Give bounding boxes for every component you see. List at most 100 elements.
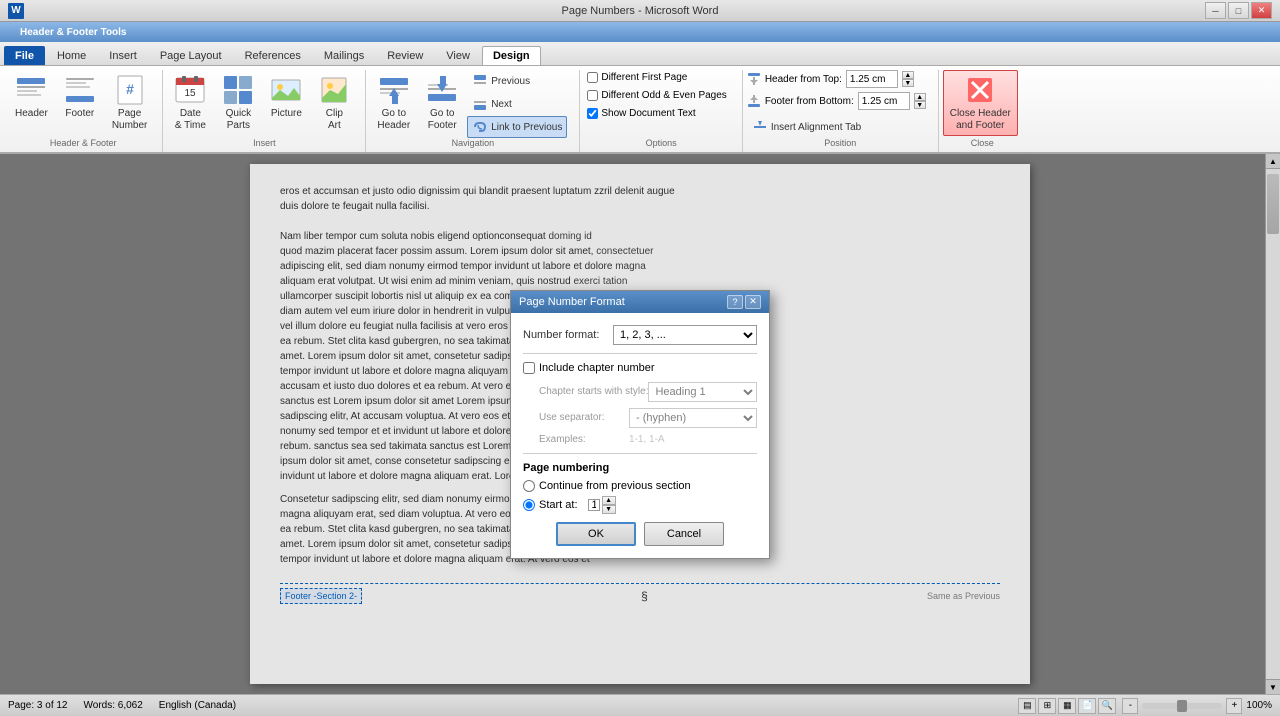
svg-text:#: #	[126, 81, 134, 97]
page-numbering-title: Page numbering	[523, 462, 757, 474]
next-button[interactable]: Next	[467, 93, 567, 115]
title-bar: W Page Numbers - Microsoft Word ─ □ ✕	[0, 0, 1280, 22]
close-button[interactable]: ✕	[1251, 2, 1272, 19]
header-button[interactable]: Header	[8, 70, 55, 123]
chapter-style-select: Heading 1	[648, 382, 757, 402]
ribbon-group-close: Close Headerand Footer Close	[939, 70, 1026, 152]
separator-row: Use separator: - (hyphen)	[523, 408, 757, 428]
diff-odd-even-input[interactable]	[587, 90, 598, 101]
start-at-radio[interactable]	[523, 499, 535, 511]
tab-review[interactable]: Review	[376, 46, 434, 65]
minimize-button[interactable]: ─	[1205, 2, 1226, 19]
include-chapter-checkbox[interactable]	[523, 362, 535, 374]
next-icon	[472, 96, 488, 112]
footer-from-bottom-down[interactable]: ▼	[914, 101, 926, 109]
zoom-thumb[interactable]	[1177, 700, 1187, 712]
footer-from-bottom-input[interactable]	[858, 92, 910, 110]
tab-row: File Home Insert Page Layout References …	[0, 42, 1280, 66]
date-time-icon: 15	[174, 74, 206, 106]
footer-button[interactable]: Footer	[57, 70, 103, 123]
start-at-spinner-btns: ▲ ▼	[602, 496, 616, 514]
include-chapter-row: Include chapter number	[523, 362, 757, 374]
start-at-input[interactable]	[588, 499, 600, 511]
start-at-down[interactable]: ▼	[602, 505, 616, 514]
maximize-button[interactable]: □	[1228, 2, 1249, 19]
go-to-header-button[interactable]: Go toHeader	[370, 70, 417, 136]
link-to-previous-button[interactable]: Link to Previous	[467, 116, 567, 138]
zoom-slider[interactable]	[1142, 703, 1222, 709]
ribbon: Header Footer # PageNumber Header & Foot…	[0, 66, 1280, 154]
navigation-group-label: Navigation	[366, 138, 579, 148]
separator-select: - (hyphen)	[629, 408, 757, 428]
tab-references[interactable]: References	[234, 46, 312, 65]
go-to-footer-label: Go toFooter	[428, 108, 457, 132]
view-btn-4[interactable]: 📄	[1078, 698, 1096, 714]
zoom-out-button[interactable]: -	[1122, 698, 1138, 714]
clip-art-icon	[318, 74, 350, 106]
tab-page-layout[interactable]: Page Layout	[149, 46, 233, 65]
footer-label: Footer	[65, 108, 94, 119]
dialog-title-text: Page Number Format	[519, 296, 625, 308]
view-buttons: ▤ ⊞ ▦ 📄 🔍	[1018, 698, 1116, 714]
tab-file[interactable]: File	[4, 46, 45, 65]
ok-button[interactable]: OK	[556, 522, 636, 546]
insert-alignment-tab-button[interactable]: Insert Alignment Tab	[747, 116, 926, 138]
word-count: Words: 6,062	[84, 700, 143, 711]
view-btn-3[interactable]: ▦	[1058, 698, 1076, 714]
start-at-up[interactable]: ▲	[602, 496, 616, 505]
go-to-footer-button[interactable]: Go toFooter	[419, 70, 465, 136]
include-chapter-label: Include chapter number	[539, 362, 655, 374]
tab-insert[interactable]: Insert	[98, 46, 148, 65]
close-header-footer-label: Close Headerand Footer	[950, 108, 1011, 132]
footer-from-bottom-icon	[747, 94, 761, 108]
show-doc-text-checkbox[interactable]: Show Document Text	[584, 106, 729, 121]
footer-icon	[64, 74, 96, 106]
options-group-label: Options	[580, 138, 741, 148]
page-number-icon: #	[114, 74, 146, 106]
show-doc-text-input[interactable]	[587, 108, 598, 119]
footer-from-bottom-up[interactable]: ▲	[914, 93, 926, 101]
alignment-tab-icon	[752, 119, 768, 135]
view-btn-1[interactable]: ▤	[1018, 698, 1036, 714]
page-info: Page: 3 of 12	[8, 700, 68, 711]
view-btn-5[interactable]: 🔍	[1098, 698, 1116, 714]
tab-home[interactable]: Home	[46, 46, 97, 65]
clip-art-label: ClipArt	[326, 108, 343, 132]
picture-icon	[270, 74, 302, 106]
continue-from-prev-radio[interactable]	[523, 480, 535, 492]
number-format-row: Number format: 1, 2, 3, ... a, b, c, ...…	[523, 325, 757, 345]
header-from-top-icon	[747, 72, 761, 86]
diff-odd-even-checkbox[interactable]: Different Odd & Even Pages	[584, 88, 729, 103]
date-time-button[interactable]: 15 Date& Time	[167, 70, 213, 136]
picture-button[interactable]: Picture	[263, 70, 309, 123]
view-btn-2[interactable]: ⊞	[1038, 698, 1056, 714]
cancel-button[interactable]: Cancel	[644, 522, 724, 546]
diff-first-page-checkbox[interactable]: Different First Page	[584, 70, 729, 85]
diff-first-page-input[interactable]	[587, 72, 598, 83]
dialog-help-button[interactable]: ?	[727, 295, 743, 309]
number-format-select[interactable]: 1, 2, 3, ... a, b, c, ... A, B, C, ... i…	[613, 325, 757, 345]
clip-art-button[interactable]: ClipArt	[311, 70, 357, 136]
word-icon: W	[8, 3, 24, 19]
link-to-previous-label: Link to Previous	[491, 122, 562, 133]
diff-first-page-label: Different First Page	[601, 72, 687, 83]
tab-view[interactable]: View	[435, 46, 481, 65]
ribbon-group-insert: 15 Date& Time QuickParts Picture	[163, 70, 366, 152]
header-from-top-up[interactable]: ▲	[902, 71, 914, 79]
tab-design[interactable]: Design	[482, 46, 541, 65]
tab-mailings[interactable]: Mailings	[313, 46, 375, 65]
go-to-header-icon	[378, 74, 410, 106]
header-from-top-down[interactable]: ▼	[902, 79, 914, 87]
close-header-footer-button[interactable]: Close Headerand Footer	[943, 70, 1018, 136]
context-tab-label: Header & Footer Tools	[8, 25, 139, 40]
zoom-in-button[interactable]: +	[1226, 698, 1242, 714]
position-group-label: Position	[743, 138, 938, 148]
dialog-title-controls: ? ✕	[727, 295, 761, 309]
quick-parts-button[interactable]: QuickParts	[215, 70, 261, 136]
page-number-button[interactable]: # PageNumber	[105, 70, 155, 136]
previous-button[interactable]: Previous	[467, 70, 567, 92]
header-from-top-input[interactable]	[846, 70, 898, 88]
next-label: Next	[491, 99, 512, 110]
page-area: eros et accumsan et justo odio dignissim…	[0, 154, 1280, 694]
dialog-close-button[interactable]: ✕	[745, 295, 761, 309]
